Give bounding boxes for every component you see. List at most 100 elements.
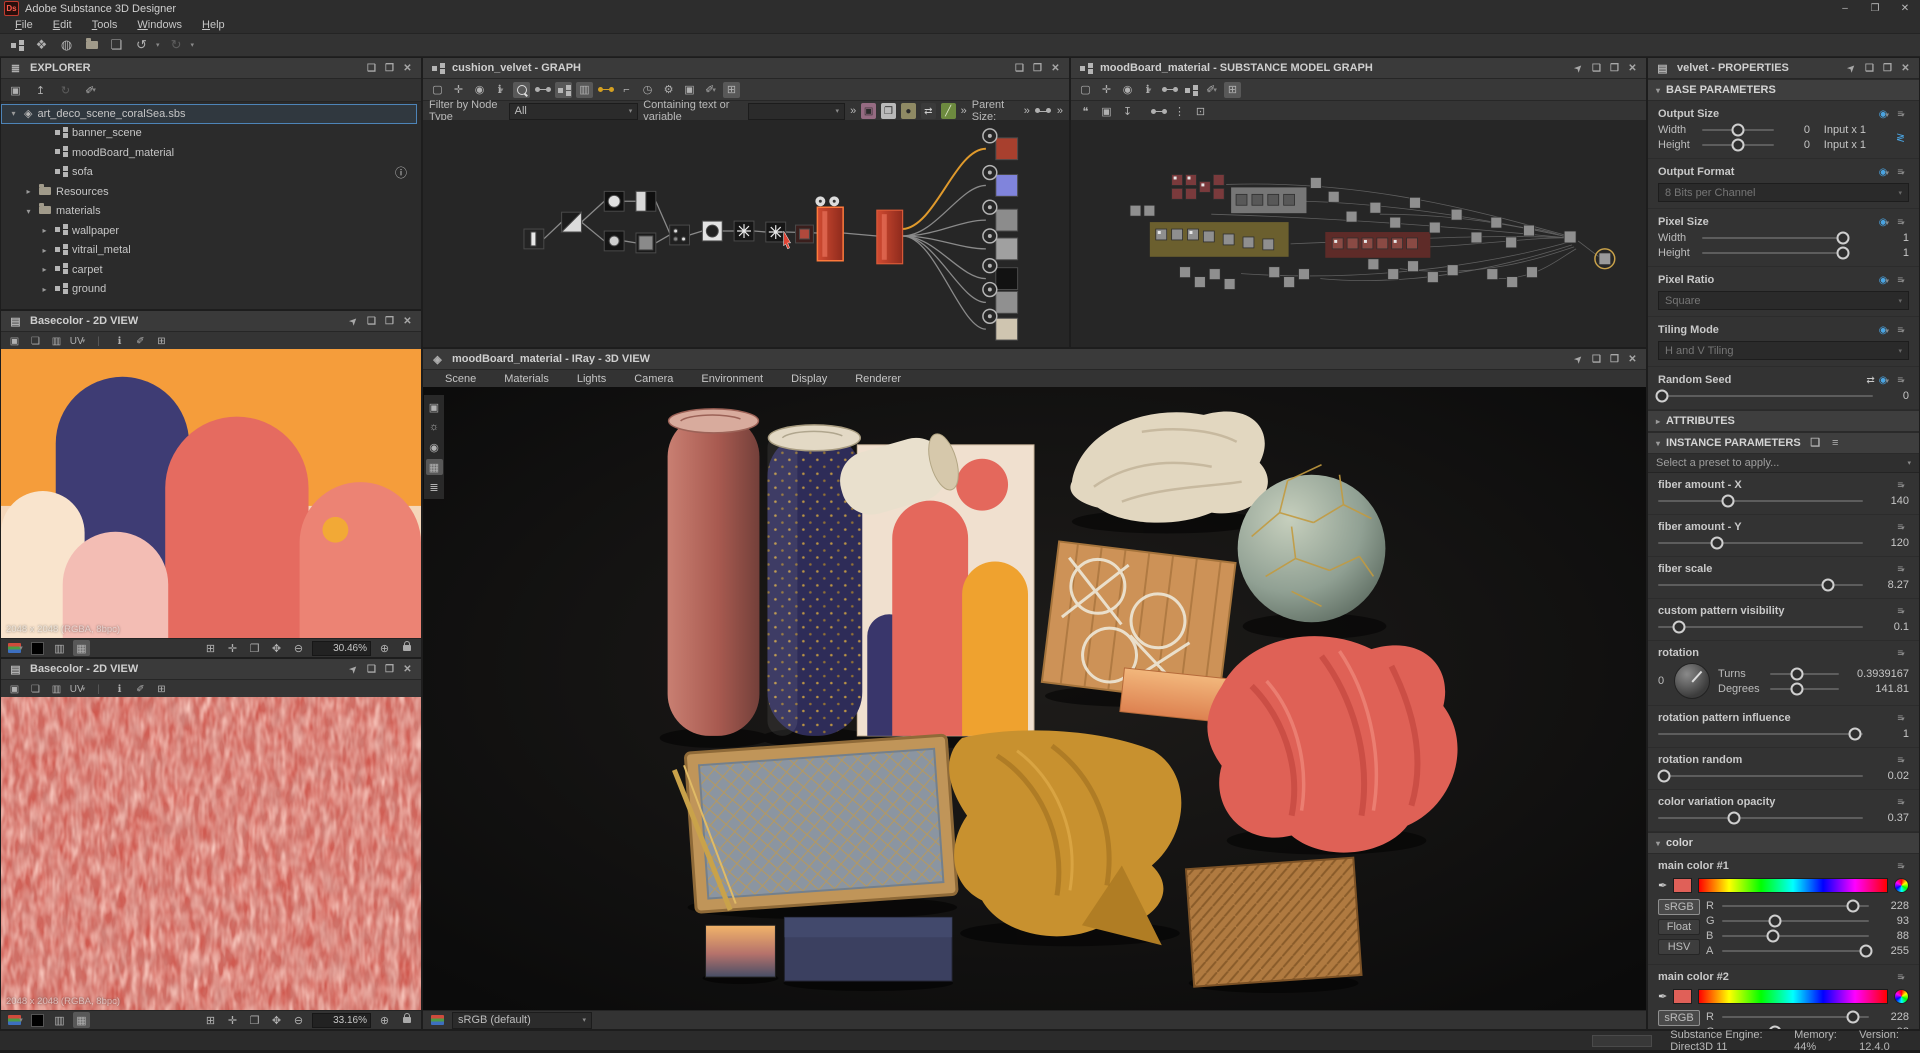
view3d-menu-lights[interactable]: Lights [565, 372, 618, 386]
undo-icon[interactable]: ↺ [133, 37, 150, 53]
lock-zoom-icon[interactable] [398, 640, 415, 656]
close-panel-icon[interactable]: ✕ [1625, 60, 1640, 76]
mode-srgb-button[interactable]: sRGB [1658, 1010, 1700, 1026]
zoom-in-icon[interactable]: ⊕ [376, 640, 393, 656]
function-icon[interactable]: ◉▾ [1879, 109, 1889, 120]
save-icon[interactable]: ▣ [7, 682, 22, 696]
float-panel-icon[interactable]: ❏ [1012, 60, 1027, 76]
save-icon[interactable]: ▣ [7, 334, 22, 348]
eyedropper-icon[interactable]: ✒ [1658, 879, 1667, 892]
eyedropper-icon[interactable]: ✒ [1658, 990, 1667, 1003]
tiling-mode-dropdown[interactable]: H and V Tiling▾ [1658, 341, 1909, 360]
tree-item-art_deco_scene_coralSea.sbs[interactable]: ▾◈art_deco_scene_coralSea.sbs [1, 104, 417, 124]
function-icon[interactable]: ◉▾ [1879, 375, 1889, 386]
float-panel-icon[interactable]: ❏ [1589, 351, 1604, 367]
mode-srgb-button[interactable]: sRGB [1658, 899, 1700, 915]
view3d-menu-display[interactable]: Display [779, 372, 839, 386]
straight-links-icon[interactable] [597, 82, 614, 98]
view3d-menu-scene[interactable]: Scene [433, 372, 488, 386]
fit-view-icon[interactable]: ❐ [246, 1012, 263, 1028]
background-color-icon[interactable] [29, 1012, 46, 1028]
color-swatch[interactable] [1673, 878, 1692, 893]
pin-panel-icon[interactable]: ➤ [346, 313, 361, 329]
pin-panel-icon[interactable]: ➤ [1571, 351, 1586, 367]
expander-icon[interactable]: ▾ [8, 109, 19, 118]
tree-item-vitrail_metal[interactable]: ▸vitrail_metal [1, 241, 421, 261]
random-seed-slider[interactable] [1658, 395, 1873, 397]
annotate-icon[interactable]: ✐ [133, 682, 148, 696]
slider-handle[interactable] [1721, 494, 1734, 507]
filtering-icon[interactable]: ✛ [224, 1012, 241, 1028]
display-icon[interactable]: ▦ [73, 640, 90, 656]
slider-handle[interactable] [1822, 578, 1835, 591]
function-icon[interactable]: ◉▾ [1879, 275, 1889, 286]
lock-zoom-icon[interactable] [398, 1012, 415, 1028]
param-slider[interactable] [1658, 775, 1863, 777]
save-icon[interactable]: ▣ [7, 82, 24, 98]
channel-slider[interactable] [1722, 950, 1869, 952]
grid-icon[interactable]: ⊞ [154, 334, 169, 348]
link-size-icon[interactable] [1035, 103, 1052, 119]
new-resource-icon[interactable]: ◍ [58, 37, 75, 53]
tree-item-ground[interactable]: ▸ground [1, 280, 421, 300]
node-display-icon[interactable] [555, 82, 572, 98]
parent-size-more[interactable]: » [1024, 105, 1030, 117]
contains-dropdown[interactable]: ▾ [748, 103, 845, 120]
model-graph-canvas[interactable] [1071, 120, 1646, 347]
slider-handle[interactable] [1767, 929, 1780, 942]
float-panel-icon[interactable]: ❏ [1589, 60, 1604, 76]
channel-slider[interactable] [1722, 935, 1869, 937]
preset-dropdown[interactable]: Select a preset to apply... ▾ [1648, 454, 1919, 473]
grid-icon[interactable]: ⊞ [202, 640, 219, 656]
filter-duplicate-button[interactable]: ❐ [881, 103, 896, 119]
mode-hsv-button[interactable]: HSV [1658, 939, 1700, 955]
screenshot-icon[interactable]: ◉ [471, 82, 488, 98]
slider-handle[interactable] [1846, 899, 1859, 912]
zoom-out-icon[interactable]: ⊖ [290, 640, 307, 656]
param-slider[interactable] [1658, 542, 1863, 544]
channel-slider[interactable] [1722, 905, 1869, 907]
param-menu-icon[interactable]: ≡▾ [1893, 480, 1909, 491]
float-panel-icon[interactable]: ❏ [364, 313, 379, 329]
slider-handle[interactable] [1656, 389, 1669, 402]
frame-region-icon[interactable]: ⊡ [1192, 104, 1209, 120]
close-panel-icon[interactable]: ✕ [400, 661, 415, 677]
info-icon[interactable]: ℹ [112, 682, 127, 696]
reload-icon[interactable]: ↻ [57, 82, 74, 98]
channel-slider[interactable] [1722, 1016, 1869, 1018]
zoom-in-icon[interactable]: ⊕ [376, 1012, 393, 1028]
slider-handle[interactable] [1790, 682, 1803, 695]
tree-item-carpet[interactable]: ▸carpet [1, 260, 421, 280]
maximize-panel-icon[interactable]: ❐ [1607, 60, 1622, 76]
tiling-icon[interactable]: ▥ [51, 640, 68, 656]
link-creation-icon[interactable] [534, 82, 551, 98]
maximize-button[interactable]: ❐ [1860, 0, 1890, 17]
focus-icon[interactable]: ✛ [450, 82, 467, 98]
slider-handle[interactable] [1846, 1010, 1859, 1023]
uv-overlay-icon[interactable]: UV▾ [70, 334, 85, 348]
close-panel-icon[interactable]: ✕ [400, 60, 415, 76]
function-icon[interactable]: ◉▾ [1879, 217, 1889, 228]
expander-icon[interactable]: ▸ [39, 265, 50, 274]
save-all-icon[interactable]: ❏ [108, 37, 125, 53]
new-substance-icon[interactable] [8, 37, 25, 53]
output-format-dropdown[interactable]: 8 Bits per Channel▾ [1658, 183, 1909, 202]
close-panel-icon[interactable]: ✕ [400, 313, 415, 329]
param-slider[interactable] [1658, 584, 1863, 586]
frame-all-icon[interactable]: ▢ [1077, 82, 1094, 98]
slider-handle[interactable] [1711, 536, 1724, 549]
info-icon[interactable]: ℹ▾ [492, 82, 509, 98]
slider-handle[interactable] [1790, 667, 1803, 680]
param-menu-icon[interactable]: ≡▾ [1893, 755, 1909, 766]
colorspace-icon[interactable] [429, 1012, 446, 1028]
menu-tools[interactable]: Tools [83, 18, 127, 32]
output-size-height-slider[interactable] [1702, 144, 1774, 146]
param-menu-icon[interactable]: ≡▾ [1893, 109, 1909, 120]
color-wheel-icon[interactable] [1894, 989, 1909, 1004]
expander-icon[interactable]: ▸ [39, 226, 50, 235]
light-icon[interactable]: ☼ [426, 419, 443, 435]
material-ball-icon[interactable]: ◉ [426, 439, 443, 455]
close-panel-icon[interactable]: ✕ [1048, 60, 1063, 76]
maximize-panel-icon[interactable]: ❐ [1030, 60, 1045, 76]
preset-icon[interactable]: ❏ [1807, 435, 1824, 451]
